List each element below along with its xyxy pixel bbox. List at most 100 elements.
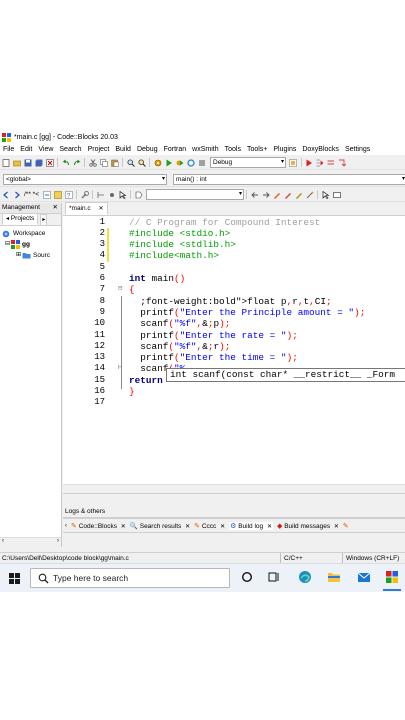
menu-debug[interactable]: Debug xyxy=(134,146,161,153)
close-file-icon[interactable] xyxy=(45,158,54,167)
menu-file[interactable]: File xyxy=(0,146,17,153)
select-cursor-icon[interactable] xyxy=(322,190,330,199)
pen-icon[interactable] xyxy=(284,191,292,199)
step-into-icon[interactable] xyxy=(338,159,346,167)
search-symbol-icon[interactable] xyxy=(135,191,143,199)
tree-item-sources[interactable]: ⊞ Sourc xyxy=(0,250,61,261)
cut-icon[interactable] xyxy=(88,158,97,167)
tab-main-c[interactable]: *main.c ✕ xyxy=(65,202,108,215)
menu-fortran[interactable]: Fortran xyxy=(161,146,190,153)
run-icon[interactable] xyxy=(165,159,173,167)
menu-search[interactable]: Search xyxy=(56,146,84,153)
cortana-icon[interactable] xyxy=(241,571,253,585)
jump-forward-icon[interactable] xyxy=(13,191,21,199)
tab-cccc[interactable]: ✎ Cccc ✕ xyxy=(194,522,225,530)
fold-collapse-icon[interactable]: ⊟ xyxy=(118,284,122,292)
menu-tools[interactable]: Tools xyxy=(222,146,244,153)
close-icon[interactable]: ✕ xyxy=(53,203,58,213)
menu-edit[interactable]: Edit xyxy=(17,146,35,153)
build-and-run-icon[interactable] xyxy=(176,159,184,167)
save-all-icon[interactable] xyxy=(35,159,43,167)
doxy-html-icon[interactable]: ? xyxy=(64,190,73,199)
management-hscroll[interactable]: ‹ › xyxy=(0,537,61,547)
windows-start-icon[interactable] xyxy=(9,573,20,586)
find-icon[interactable] xyxy=(127,159,135,167)
nav-forward-icon[interactable] xyxy=(262,191,270,199)
menu-build[interactable]: Build xyxy=(112,146,134,153)
record-icon[interactable] xyxy=(108,191,116,199)
close-icon[interactable]: ✕ xyxy=(99,206,104,212)
nav-back-icon[interactable] xyxy=(250,191,259,199)
file-explorer-icon[interactable] xyxy=(327,570,341,586)
jump-back-icon[interactable] xyxy=(2,191,10,199)
run-to-cursor-icon[interactable] xyxy=(316,159,324,167)
menu-doxyblocks[interactable]: DoxyBlocks xyxy=(299,146,342,153)
tab-build-log[interactable]: ⚙ Build log ✕ xyxy=(229,521,273,530)
menu-project[interactable]: Project xyxy=(85,146,113,153)
close-icon[interactable]: ✕ xyxy=(121,524,126,530)
build-gear-icon[interactable] xyxy=(154,159,162,167)
edge-browser-icon[interactable] xyxy=(298,570,312,586)
doxy-extract-icon[interactable] xyxy=(42,190,51,199)
highlight-icon[interactable] xyxy=(273,191,281,199)
close-icon[interactable]: ✕ xyxy=(334,524,339,530)
magic-wand-icon[interactable] xyxy=(306,191,314,199)
doxy-run-icon[interactable] xyxy=(53,190,62,199)
close-icon[interactable]: ✕ xyxy=(185,524,190,530)
replace-icon[interactable] xyxy=(138,159,146,167)
debug-run-icon[interactable] xyxy=(305,159,313,167)
editor-hscroll[interactable] xyxy=(63,484,405,493)
tab-scroll-right[interactable]: ▸ xyxy=(40,214,48,225)
target-options-icon[interactable] xyxy=(289,158,297,167)
close-icon[interactable]: ✕ xyxy=(267,524,272,530)
build-target-dropdown[interactable]: Debug ▾ xyxy=(210,157,286,168)
tab-build-messages[interactable]: ◆ Build messages ✕ xyxy=(277,522,339,530)
brush-icon[interactable] xyxy=(295,191,303,199)
tab-search-results[interactable]: 🔍 Search results ✕ xyxy=(130,522,190,530)
save-icon[interactable] xyxy=(24,159,32,167)
collapse-icon[interactable]: ⊟ xyxy=(5,239,10,250)
paste-icon[interactable] xyxy=(110,159,119,167)
doxy-comment-button[interactable]: /** *< xyxy=(24,191,39,198)
mail-icon[interactable] xyxy=(357,570,371,586)
fold-collapse-icon[interactable]: ⊢ xyxy=(118,363,122,371)
tab-projects[interactable]: ◂ Projects xyxy=(2,213,39,225)
menu-view[interactable]: View xyxy=(35,146,56,153)
code-editor[interactable]: 1 2 3 4 5 6 7 8 9 10 11 12 13 14 15 16 17 // C Program f… xyxy=(63,215,405,494)
taskbar-search-box[interactable]: Type here to search xyxy=(30,568,230,588)
rectangle-icon[interactable] xyxy=(332,191,341,199)
menu-wxsmith[interactable]: wxSmith xyxy=(189,146,221,153)
logs-header: Logs & others xyxy=(63,507,405,518)
scope-dropdown[interactable]: <global> ▾ xyxy=(3,174,167,185)
close-icon[interactable]: ✕ xyxy=(220,524,225,530)
function-dropdown[interactable]: main() : int ▾ xyxy=(173,174,405,185)
open-folder-icon[interactable] xyxy=(12,159,21,167)
redo-icon[interactable] xyxy=(73,159,81,167)
toolbar-separator xyxy=(122,158,123,167)
chevron-left-icon[interactable]: ‹ xyxy=(65,523,67,529)
new-file-icon[interactable] xyxy=(2,158,10,167)
symbol-search-dropdown[interactable]: ▾ xyxy=(146,189,244,200)
toggle-bookmark-icon[interactable] xyxy=(97,191,105,199)
expand-icon[interactable]: ⊞ xyxy=(16,250,21,261)
tree-item-workspace[interactable]: Workspace xyxy=(0,228,61,239)
scroll-left-icon[interactable]: ‹ xyxy=(2,538,4,544)
menu-settings[interactable]: Settings xyxy=(342,146,373,153)
codeblocks-taskbar-icon[interactable] xyxy=(385,570,399,586)
next-line-icon[interactable] xyxy=(327,159,335,167)
change-marker xyxy=(107,250,109,262)
wrench-icon[interactable] xyxy=(80,190,89,199)
rebuild-icon[interactable] xyxy=(186,158,195,167)
menu-tools-plus[interactable]: Tools+ xyxy=(244,146,270,153)
tree-item-project[interactable]: ⊟ gg xyxy=(0,239,61,250)
tab-codeblocks-log[interactable]: ✎ Code::Blocks ✕ xyxy=(71,522,126,530)
function-value: main() : int xyxy=(176,176,207,183)
abort-icon[interactable] xyxy=(198,159,206,167)
menu-plugins[interactable]: Plugins xyxy=(270,146,299,153)
pencil-icon[interactable]: ✎ xyxy=(343,522,349,530)
copy-icon[interactable] xyxy=(99,158,108,167)
task-view-icon[interactable] xyxy=(268,571,280,585)
scroll-right-icon[interactable]: › xyxy=(57,538,59,544)
undo-icon[interactable] xyxy=(62,159,70,167)
tab-close-icon[interactable]: ◂ xyxy=(6,216,9,222)
